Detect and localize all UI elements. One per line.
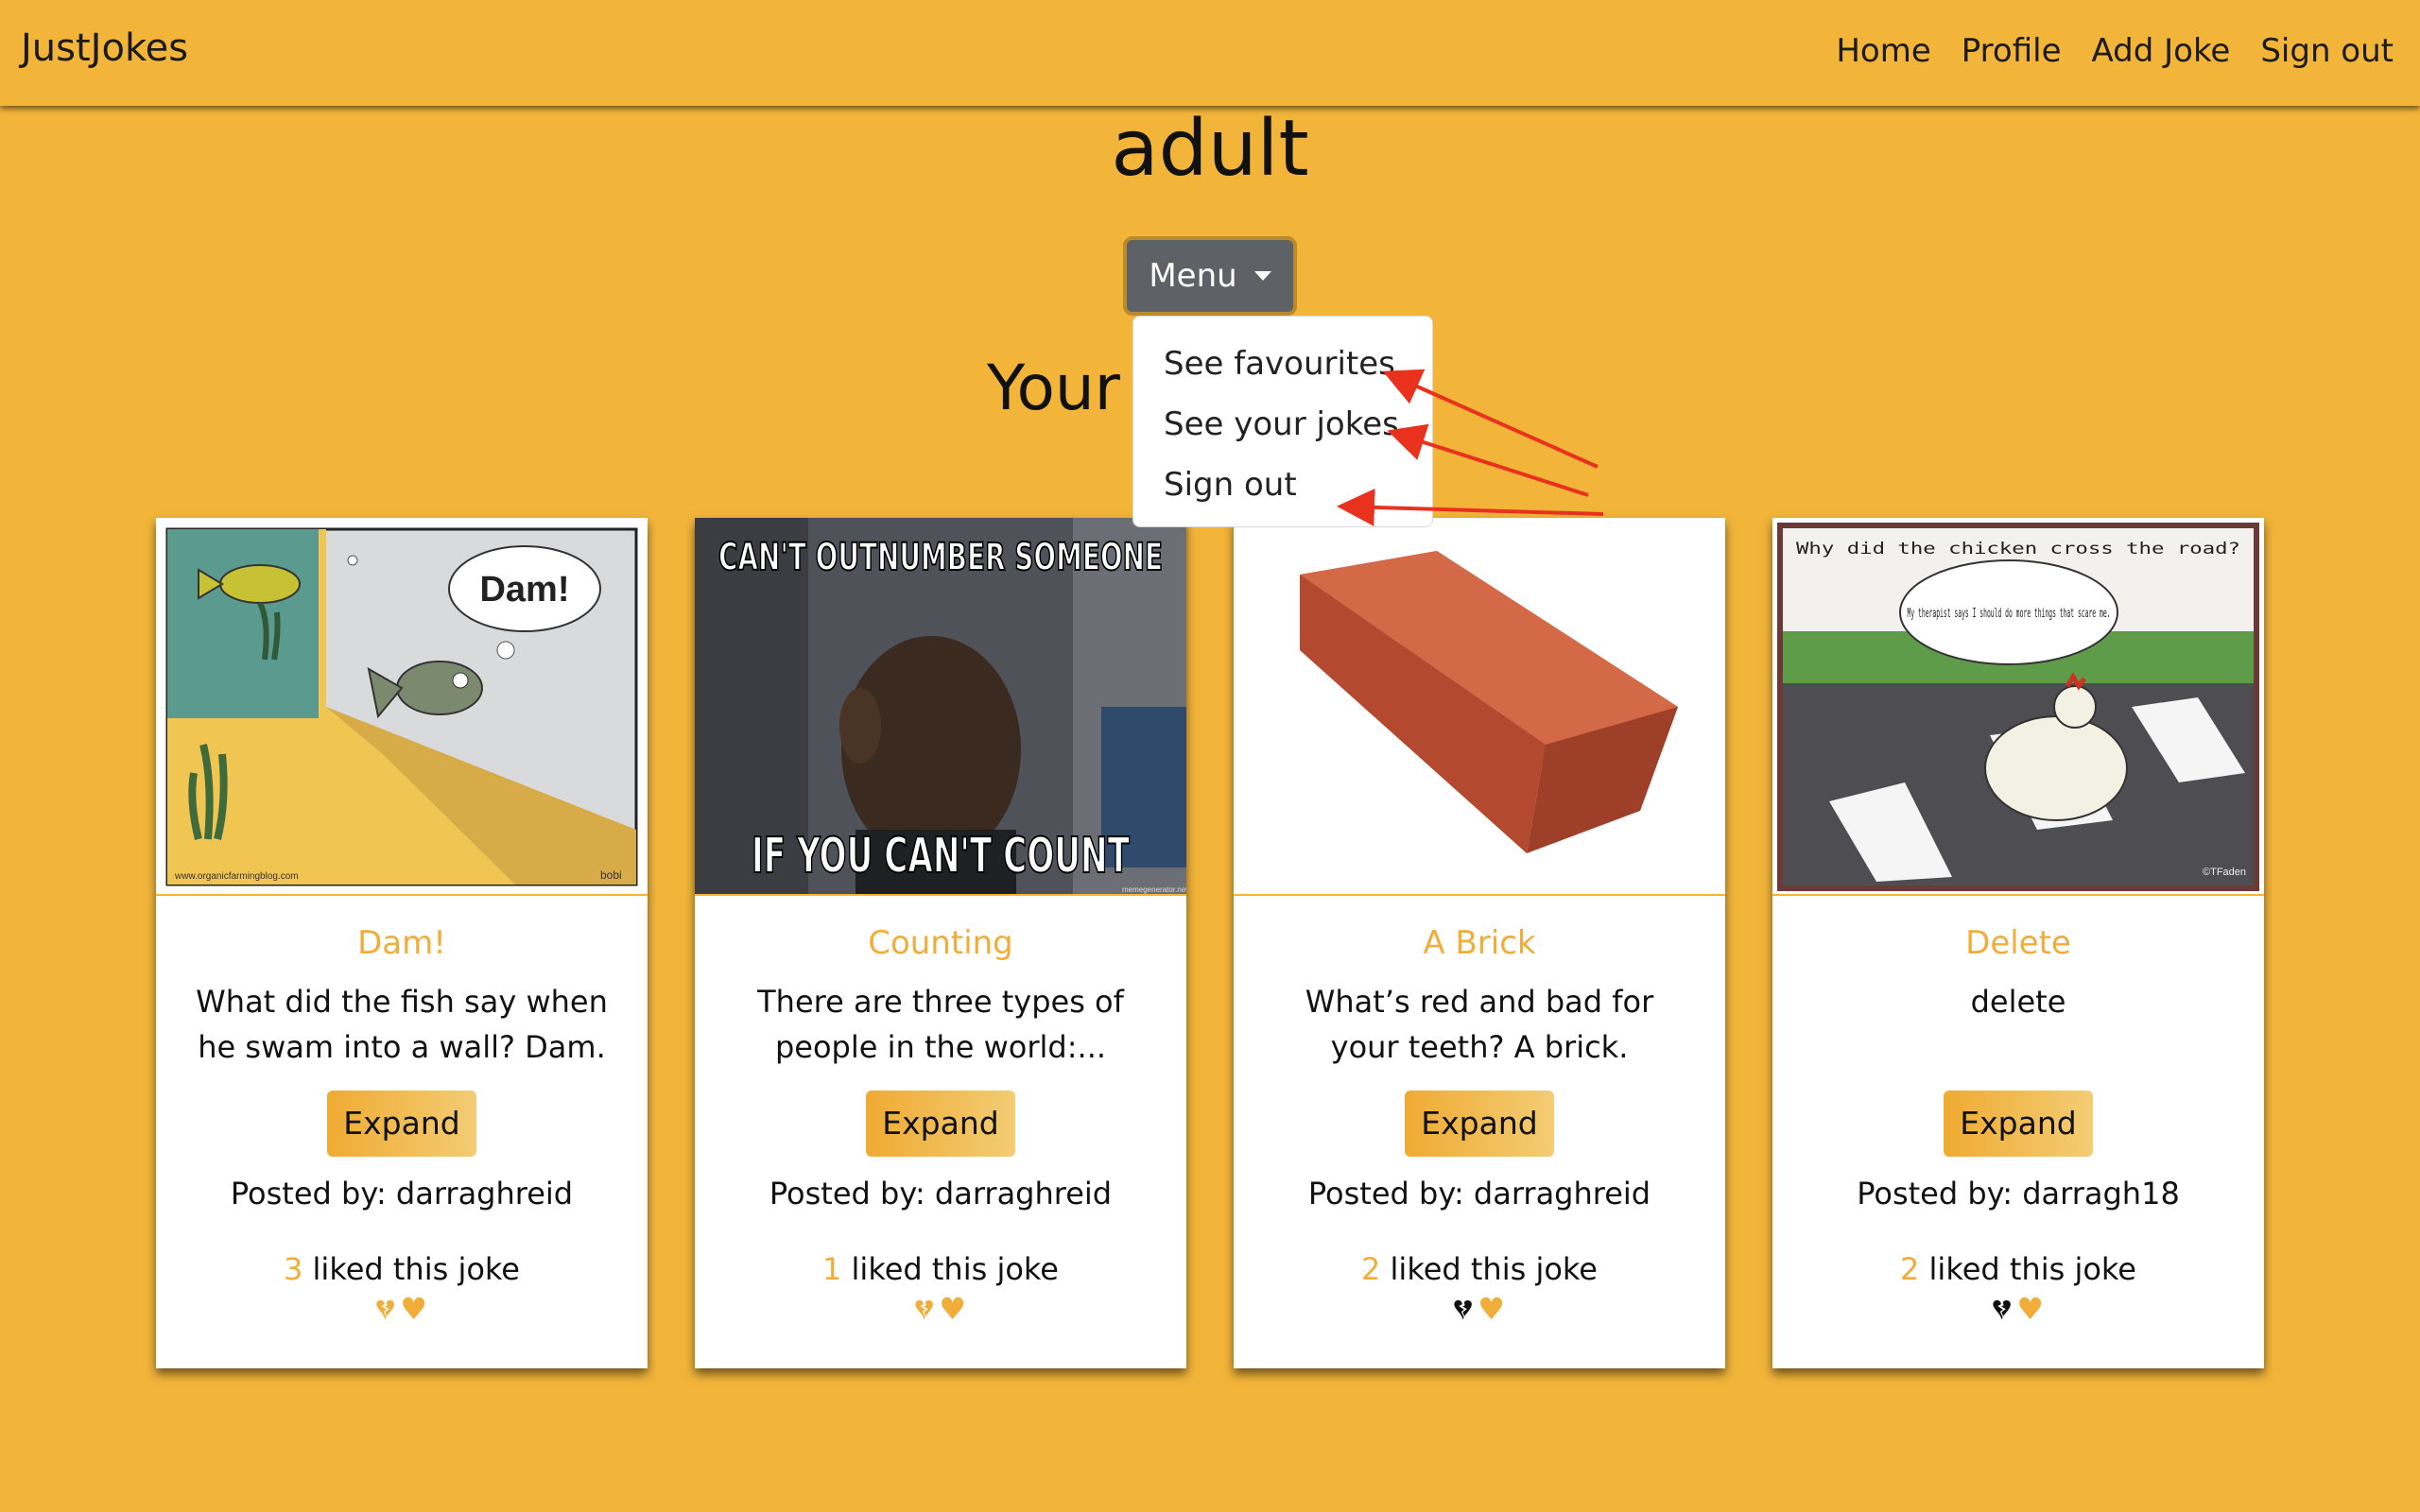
joke-image[interactable]: Dam! www.organicfarmingblog.com bobi — [156, 518, 648, 896]
nav-home-link[interactable]: Home — [1836, 32, 1930, 70]
image-caption: My therapist says I should do more thing… — [1908, 607, 2111, 621]
expand-button[interactable]: Expand — [1405, 1091, 1554, 1157]
joke-card: CAN'T OUTNUMBER SOMEONE IF YOU CAN'T COU… — [695, 518, 1186, 1368]
joke-title: A Brick — [1423, 924, 1536, 962]
joke-image[interactable] — [1234, 518, 1725, 896]
image-caption: CAN'T OUTNUMBER SOMEONE — [718, 536, 1163, 579]
joke-text: What did the fish say when he swam into … — [196, 984, 608, 1065]
nav-links: Home Profile Add Joke Sign out — [1806, 32, 2394, 70]
image-signature: ©TFaden — [2203, 867, 2246, 878]
likes-text: 3 liked this joke — [156, 1251, 648, 1287]
likes-text: 2 liked this joke — [1772, 1251, 2264, 1287]
likes-text: 1 liked this joke — [695, 1251, 1186, 1287]
jokes-card-grid: Dam! www.organicfarmingblog.com bobi Dam… — [0, 518, 2420, 1368]
joke-title: Counting — [868, 924, 1013, 962]
menu-item-see-your-jokes[interactable]: See your jokes — [1133, 394, 1432, 455]
joke-image[interactable]: CAN'T OUTNUMBER SOMEONE IF YOU CAN'T COU… — [695, 518, 1186, 896]
broken-heart-icon[interactable]: 💔︎ — [915, 1291, 933, 1328]
menu-dropdown-button[interactable]: Menu — [1123, 236, 1297, 316]
likes-suffix: liked this joke — [1380, 1251, 1598, 1287]
joke-title: Delete — [1965, 924, 2071, 962]
menu-item-see-favourites[interactable]: See favourites — [1133, 334, 1432, 394]
broken-heart-icon[interactable]: 💔︎ — [1993, 1291, 2011, 1328]
joke-title: Dam! — [357, 924, 446, 962]
menu-dropdown: See favourites See your jokes Sign out — [1132, 316, 1433, 527]
likes-count: 2 — [1900, 1251, 1920, 1287]
navbar: JustJokes Home Profile Add Joke Sign out — [0, 0, 2420, 106]
image-credit: memegenerator.net — [1122, 885, 1186, 894]
joke-card: A Brick What’s red and bad for your teet… — [1234, 518, 1725, 1368]
image-caption: Dam! — [479, 570, 569, 610]
like-controls: 💔︎ ♥ — [1772, 1291, 2264, 1328]
posted-by: Posted by: darragh18 — [1857, 1176, 2180, 1211]
likes-text: 2 liked this joke — [1234, 1251, 1725, 1287]
likes-suffix: liked this joke — [302, 1251, 520, 1287]
likes-count: 1 — [822, 1251, 842, 1287]
like-controls: 💔︎ ♥ — [695, 1291, 1186, 1328]
like-controls: 💔︎ ♥ — [156, 1291, 648, 1328]
expand-button[interactable]: Expand — [1944, 1091, 2093, 1157]
posted-by: Posted by: darraghreid — [230, 1176, 574, 1211]
joke-card: Dam! www.organicfarmingblog.com bobi Dam… — [156, 518, 648, 1368]
heart-icon[interactable]: ♥ — [2016, 1291, 2044, 1328]
heart-icon[interactable]: ♥ — [939, 1291, 966, 1328]
nav-sign-out-link[interactable]: Sign out — [2260, 32, 2394, 70]
posted-by: Posted by: darraghreid — [1307, 1176, 1651, 1211]
nav-profile-link[interactable]: Profile — [1962, 32, 2062, 70]
menu-button-label: Menu — [1149, 257, 1237, 295]
image-credit: www.organicfarmingblog.com — [174, 871, 299, 882]
likes-count: 3 — [284, 1251, 303, 1287]
section-title: Your — [987, 352, 1120, 424]
image-signature: bobi — [600, 868, 622, 882]
caret-down-icon — [1253, 271, 1271, 281]
joke-card: Why did the chicken cross the road? My t… — [1772, 518, 2264, 1368]
joke-text: delete — [1970, 984, 2066, 1020]
posted-by: Posted by: darraghreid — [769, 1176, 1113, 1211]
broken-heart-icon[interactable]: 💔︎ — [376, 1291, 394, 1328]
heart-icon[interactable]: ♥ — [1478, 1291, 1505, 1328]
joke-text: There are three types of people in the w… — [757, 984, 1124, 1065]
heart-icon[interactable]: ♥ — [400, 1291, 427, 1328]
menu-item-sign-out[interactable]: Sign out — [1133, 455, 1432, 515]
expand-button[interactable]: Expand — [866, 1091, 1015, 1157]
broken-heart-icon[interactable]: 💔︎ — [1454, 1291, 1472, 1328]
likes-count: 2 — [1361, 1251, 1381, 1287]
page-title: adult — [1111, 104, 1309, 194]
joke-image[interactable]: Why did the chicken cross the road? My t… — [1772, 518, 2264, 896]
image-caption: Why did the chicken cross the road? — [1796, 540, 2240, 558]
like-controls: 💔︎ ♥ — [1234, 1291, 1725, 1328]
likes-suffix: liked this joke — [841, 1251, 1059, 1287]
likes-suffix: liked this joke — [1919, 1251, 2136, 1287]
joke-text: What’s red and bad for your teeth? A bri… — [1305, 984, 1654, 1065]
expand-button[interactable]: Expand — [327, 1091, 476, 1157]
nav-add-joke-link[interactable]: Add Joke — [2091, 32, 2230, 70]
image-caption: IF YOU CAN'T COUNT — [752, 828, 1130, 885]
brand-logo[interactable]: JustJokes — [21, 26, 188, 70]
